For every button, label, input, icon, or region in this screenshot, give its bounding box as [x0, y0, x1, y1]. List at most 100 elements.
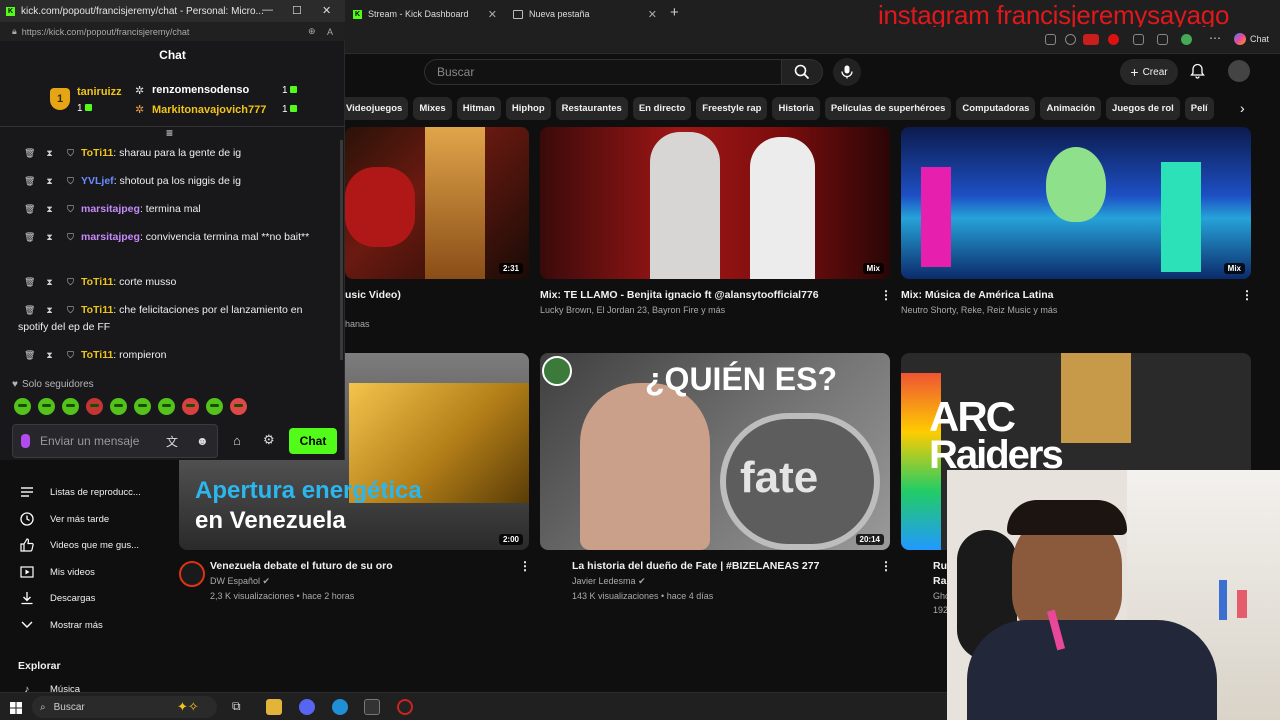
- chip-restaurantes[interactable]: Restaurantes: [555, 97, 628, 120]
- chevron-right-icon[interactable]: ›: [1240, 100, 1245, 116]
- video-title[interactable]: La historia del dueño de Fate | #BIZELAN…: [572, 560, 819, 572]
- chip-en-directo[interactable]: En directo: [632, 97, 692, 120]
- more-options-icon[interactable]: ⋮: [880, 559, 892, 573]
- emote-icon[interactable]: [38, 398, 55, 415]
- sidebar-item-playlists[interactable]: Listas de reproducc...: [20, 485, 141, 499]
- emote-icon[interactable]: [230, 398, 247, 415]
- video-title[interactable]: Venezuela debate el futuro de su oro: [210, 560, 393, 572]
- video-thumbnail[interactable]: ¿QUIÉN ES? fate 20:14: [540, 353, 890, 550]
- tab-kick-dashboard[interactable]: K Stream - Kick Dashboard ✕: [345, 3, 505, 25]
- copilot-chat-button[interactable]: Chat: [1234, 33, 1269, 45]
- top-gifter-name[interactable]: taniruizz: [77, 86, 122, 98]
- extensions-icon[interactable]: [1045, 34, 1056, 45]
- maximize-icon[interactable]: ☐: [292, 4, 302, 17]
- profile-icon[interactable]: [1181, 34, 1192, 45]
- video-title[interactable]: Mix: TE LLAMO - Benjita ignacio ft @alan…: [540, 289, 819, 301]
- emoji-icon[interactable]: ☻: [196, 434, 209, 448]
- more-options-icon[interactable]: ⋯: [1209, 31, 1221, 45]
- trash-icon[interactable]: 🗑︎: [24, 347, 35, 364]
- chip-mixes[interactable]: Mixes: [413, 97, 452, 120]
- sidebar-item-liked[interactable]: Videos que me gus...: [20, 538, 139, 552]
- translate-icon[interactable]: 文: [166, 433, 178, 450]
- timeout-icon[interactable]: ⧗: [45, 347, 54, 364]
- emote-icon[interactable]: [110, 398, 127, 415]
- send-chat-button[interactable]: Chat: [289, 428, 337, 454]
- puzzle-icon[interactable]: [1133, 34, 1144, 45]
- search-button[interactable]: [781, 59, 823, 85]
- file-explorer-icon[interactable]: [266, 699, 282, 715]
- settings-gear-icon[interactable]: ⚙: [263, 432, 275, 448]
- video-title[interactable]: usic Video): [345, 289, 401, 301]
- sidebar-item-my-videos[interactable]: Mis videos: [20, 565, 95, 579]
- emote-icon[interactable]: [134, 398, 151, 415]
- chip-peliculas[interactable]: Pelí: [1184, 97, 1214, 120]
- chat-username[interactable]: ToTi11: [81, 349, 113, 361]
- sidebar-item-downloads[interactable]: Descargas: [20, 591, 95, 605]
- chip-peliculas-superheroes[interactable]: Películas de superhéroes: [824, 97, 952, 120]
- timeout-icon[interactable]: ⧗: [45, 201, 54, 218]
- windows-start-icon[interactable]: [10, 701, 22, 719]
- microphone-icon[interactable]: [21, 434, 30, 448]
- edge-icon[interactable]: [332, 699, 348, 715]
- video-thumbnail[interactable]: Mix: [901, 127, 1251, 279]
- emote-icon[interactable]: [14, 398, 31, 415]
- chat-username[interactable]: ToTi11: [81, 147, 113, 159]
- trash-icon[interactable]: 🗑︎: [24, 274, 35, 291]
- timeout-icon[interactable]: ⧗: [45, 173, 54, 190]
- emote-icon[interactable]: [86, 398, 103, 415]
- read-aloud-icon[interactable]: A: [327, 27, 333, 37]
- chat-message-input[interactable]: Enviar un mensaje 文 ☻: [12, 424, 218, 458]
- channel-name[interactable]: DW Español ✔: [210, 576, 270, 587]
- extension-red-icon[interactable]: [1108, 34, 1119, 45]
- adblock-icon[interactable]: [1083, 34, 1099, 45]
- chip-animacion[interactable]: Animación: [1040, 97, 1102, 120]
- channel-name[interactable]: Javier Ledesma ✔: [572, 576, 646, 587]
- trash-icon[interactable]: 🗑︎: [24, 173, 35, 190]
- voice-search-button[interactable]: [833, 58, 861, 86]
- emote-icon[interactable]: [206, 398, 223, 415]
- trash-icon[interactable]: 🗑︎: [24, 229, 35, 246]
- sidebar-item-watch-later[interactable]: Ver más tarde: [20, 512, 109, 526]
- close-tab-icon[interactable]: ✕: [648, 8, 657, 21]
- expand-handle-icon[interactable]: ≡: [166, 126, 173, 140]
- tab-new[interactable]: Nueva pestaña ✕: [505, 3, 665, 25]
- trash-icon[interactable]: 🗑︎: [24, 201, 35, 218]
- close-window-icon[interactable]: ✕: [322, 4, 331, 17]
- more-options-icon[interactable]: ⋮: [1241, 288, 1253, 302]
- chip-juegos-de-rol[interactable]: Juegos de rol: [1106, 97, 1180, 120]
- taskbar-search[interactable]: ⌕ Buscar ✦✧: [32, 696, 217, 718]
- store-icon[interactable]: ⌂: [233, 433, 241, 448]
- timeout-icon[interactable]: ⧗: [45, 229, 54, 246]
- chat-username[interactable]: ToTi11: [81, 276, 113, 288]
- discord-icon[interactable]: [299, 699, 315, 715]
- video-thumbnail[interactable]: 2:31: [345, 127, 529, 279]
- chat-username[interactable]: ToTi11: [81, 304, 113, 316]
- third-gifter-name[interactable]: Markitonavajovich777: [152, 104, 266, 116]
- trash-icon[interactable]: 🗑︎: [24, 145, 35, 162]
- live-app-icon[interactable]: [364, 699, 380, 715]
- timeout-icon[interactable]: ⧗: [45, 302, 54, 319]
- emote-icon[interactable]: [182, 398, 199, 415]
- chip-freestyle-rap[interactable]: Freestyle rap: [696, 97, 768, 120]
- notifications-button[interactable]: [1190, 63, 1205, 84]
- trash-icon[interactable]: 🗑︎: [24, 302, 35, 319]
- timeout-icon[interactable]: ⧗: [45, 145, 54, 162]
- chat-username[interactable]: marsitajpeg: [81, 231, 140, 243]
- obs-icon[interactable]: [397, 699, 413, 715]
- search-input[interactable]: Buscar: [424, 59, 782, 85]
- zoom-icon[interactable]: ⊕: [308, 26, 316, 37]
- close-tab-icon[interactable]: ✕: [488, 8, 497, 21]
- video-thumbnail[interactable]: Mix: [540, 127, 890, 279]
- account-avatar[interactable]: [1228, 60, 1250, 82]
- task-view-icon[interactable]: ⧉: [232, 699, 248, 715]
- minimize-icon[interactable]: —: [262, 4, 273, 16]
- chat-scrollbar[interactable]: [340, 140, 343, 360]
- chip-hiphop[interactable]: Hiphop: [505, 97, 551, 120]
- channel-avatar[interactable]: [179, 561, 205, 587]
- more-options-icon[interactable]: ⋮: [519, 559, 531, 573]
- emote-icon[interactable]: [62, 398, 79, 415]
- favorite-icon[interactable]: [1065, 34, 1076, 45]
- sidebar-item-show-more[interactable]: Mostrar más: [20, 618, 103, 632]
- video-title[interactable]: Mix: Música de América Latina: [901, 289, 1054, 301]
- timeout-icon[interactable]: ⧗: [45, 274, 54, 291]
